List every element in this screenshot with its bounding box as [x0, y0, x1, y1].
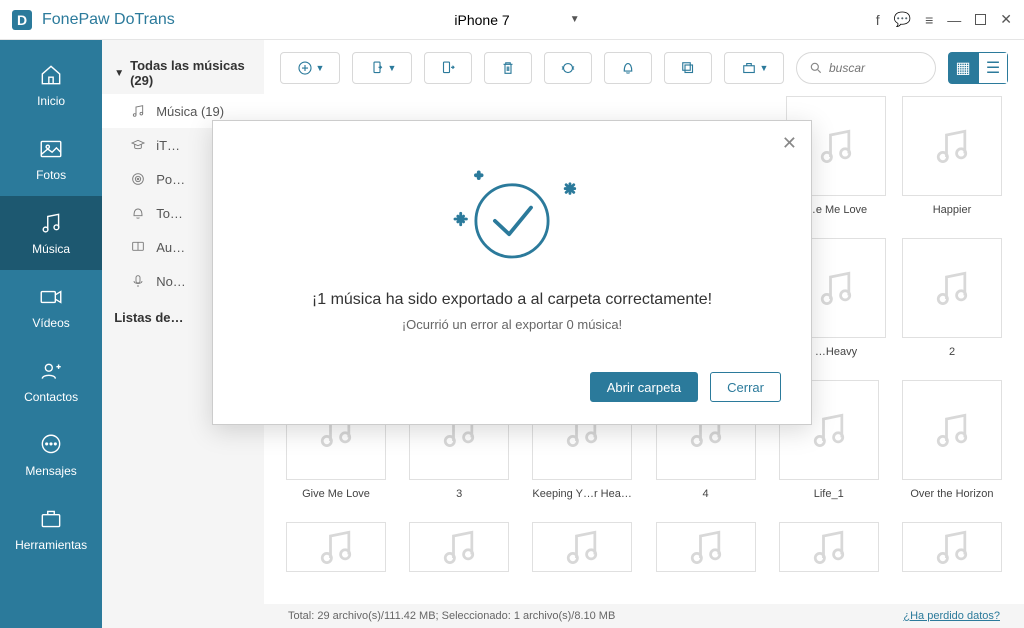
- modal-close-button[interactable]: ✕: [782, 133, 797, 154]
- modal-overlay: ✕ ¡1 música ha sido exportado a al carpe…: [0, 0, 1024, 628]
- modal-buttons: Abrir carpeta Cerrar: [243, 372, 781, 402]
- export-success-modal: ✕ ¡1 música ha sido exportado a al carpe…: [212, 120, 812, 425]
- modal-title: ¡1 música ha sido exportado a al carpeta…: [243, 291, 781, 309]
- open-folder-button[interactable]: Abrir carpeta: [590, 372, 698, 402]
- modal-subtitle: ¡Ocurrió un error al exportar 0 música!: [243, 317, 781, 332]
- close-button[interactable]: Cerrar: [710, 372, 781, 402]
- success-icon: [417, 159, 607, 279]
